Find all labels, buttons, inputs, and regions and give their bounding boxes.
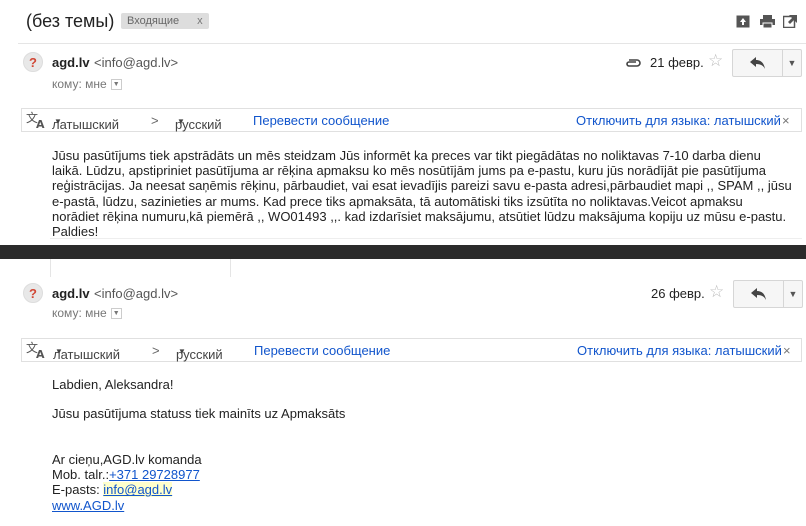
thread-line-right	[230, 259, 231, 277]
signature-email-line: E-pasts: info@agd.lv	[52, 482, 202, 498]
more-options-button[interactable]: ▼	[784, 281, 802, 307]
website-link[interactable]: www.AGD.lv	[52, 498, 124, 513]
message-divider	[50, 238, 802, 239]
email-link[interactable]: info@agd.lv	[103, 482, 173, 498]
recipient-label: кому: мне	[52, 77, 107, 91]
translate-bar: 文A латышский ▼ > русский ▼ Перевести сообщ…	[21, 338, 802, 362]
thread-line-left	[50, 259, 51, 277]
reply-button[interactable]	[733, 50, 783, 76]
translate-icon: 文A	[26, 340, 46, 362]
signature: Ar cieņu,AGD.lv komanda Mob. talr.:+371 …	[52, 452, 202, 513]
svg-text:A: A	[36, 348, 45, 359]
greeting-text: Labdien, Aleksandra!	[52, 377, 174, 392]
reply-icon	[750, 288, 766, 300]
recipient-line: кому: мне ▼	[52, 77, 122, 91]
sender-email: <info@agd.lv>	[94, 55, 179, 70]
translate-message-link[interactable]: Перевести сообщение	[254, 343, 390, 358]
email-subject: (без темы)	[26, 11, 115, 31]
source-language-label: латышский	[53, 347, 120, 362]
language-arrow: >	[152, 343, 160, 358]
archive-icon[interactable]	[736, 15, 750, 28]
details-dropdown-icon[interactable]: ▼	[110, 79, 122, 91]
remove-label-button[interactable]: x	[197, 15, 203, 27]
phone-label: Mob. talr.:	[52, 467, 110, 483]
sender-email: <info@agd.lv>	[94, 286, 179, 301]
reply-button[interactable]	[734, 281, 784, 307]
message-body: Jūsu pasūtījums tiek apstrādāts un mēs s…	[52, 148, 792, 240]
message-date[interactable]: 21 февр.	[650, 55, 704, 70]
translate-icon: 文A	[26, 110, 46, 132]
print-icon[interactable]	[760, 15, 775, 29]
signature-team: Ar cieņu,AGD.lv komanda	[52, 452, 202, 467]
svg-text:A: A	[36, 118, 45, 129]
sender-name[interactable]: agd.lv	[52, 55, 90, 70]
language-arrow: >	[151, 113, 159, 128]
sender-name[interactable]: agd.lv	[52, 286, 90, 301]
translate-message-link[interactable]: Перевести сообщение	[253, 113, 389, 128]
close-translate-bar-button[interactable]: ×	[783, 343, 791, 358]
star-icon[interactable]: ☆	[709, 282, 724, 302]
recipient-line: кому: мне ▼	[52, 306, 122, 320]
attachment-icon	[624, 55, 642, 73]
details-dropdown-icon[interactable]: ▼	[110, 308, 122, 320]
reply-button-group: ▼	[732, 49, 802, 77]
inbox-label-chip[interactable]: Входящие x	[121, 13, 209, 29]
reply-button-group: ▼	[733, 280, 803, 308]
sender-line: agd.lv <info@agd.lv>	[52, 54, 178, 72]
recipient-label: кому: мне	[52, 306, 107, 320]
source-language-label: латышский	[52, 117, 119, 132]
disable-translation-link[interactable]: Отключить для языка: латышский	[577, 343, 782, 358]
more-options-button[interactable]: ▼	[783, 50, 801, 76]
phone-link[interactable]: +371 29728977	[109, 467, 200, 482]
signature-phone-line: Mob. talr.:+371 29728977	[52, 467, 202, 482]
signature-website-line: www.AGD.lv	[52, 498, 202, 513]
close-translate-bar-button[interactable]: ×	[782, 113, 790, 128]
header-divider	[18, 43, 806, 44]
status-text: Jūsu pasūtījuma statuss tiek mainīts uz …	[52, 406, 346, 421]
sender-avatar[interactable]: ?	[23, 52, 43, 72]
label-text: Входящие	[127, 15, 180, 27]
disable-translation-link[interactable]: Отключить для языка: латышский	[576, 113, 781, 128]
email-label: E-pasts:	[52, 482, 104, 498]
reply-icon	[749, 57, 765, 69]
message-date[interactable]: 26 февр.	[651, 286, 705, 301]
sender-avatar[interactable]: ?	[23, 283, 43, 303]
translate-bar: 文A латышский ▼ > русский ▼ Перевести сообщ…	[21, 108, 802, 132]
message-separator	[0, 245, 806, 259]
sender-line: agd.lv <info@agd.lv>	[52, 285, 178, 303]
star-icon[interactable]: ☆	[708, 51, 723, 71]
new-window-icon[interactable]	[782, 15, 797, 29]
